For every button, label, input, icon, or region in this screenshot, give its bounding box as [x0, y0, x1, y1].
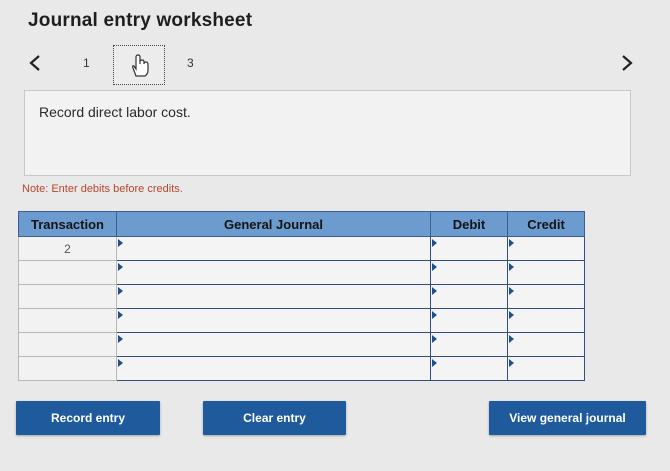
page-1-link[interactable]: 1: [83, 56, 90, 70]
table-row: [18, 284, 585, 309]
chevron-right-icon[interactable]: [620, 53, 634, 78]
journal-table: Transaction General Journal Debit Credit…: [18, 211, 585, 381]
current-page-indicator[interactable]: [113, 45, 165, 85]
entry-pager: 1 3: [20, 45, 650, 87]
account-input[interactable]: [116, 284, 431, 309]
account-input[interactable]: [116, 332, 431, 357]
account-input[interactable]: [116, 236, 431, 261]
table-row: [18, 260, 585, 285]
transaction-cell: [18, 308, 117, 333]
credit-input[interactable]: [507, 356, 585, 381]
debit-input[interactable]: [430, 260, 508, 285]
table-row: [18, 308, 585, 333]
clear-entry-button[interactable]: Clear entry: [203, 401, 346, 435]
note-text: Note: Enter debits before credits.: [22, 183, 183, 195]
credit-input[interactable]: [507, 332, 585, 357]
credit-input[interactable]: [507, 260, 585, 285]
debit-input[interactable]: [430, 332, 508, 357]
table-header-row: Transaction General Journal Debit Credit: [18, 211, 585, 237]
record-entry-button[interactable]: Record entry: [16, 401, 160, 435]
column-header-transaction: Transaction: [18, 211, 117, 237]
account-input[interactable]: [116, 260, 431, 285]
chevron-left-icon[interactable]: [28, 53, 42, 78]
table-row: [18, 356, 585, 381]
table-row: 2: [18, 236, 585, 261]
instruction-panel: Record direct labor cost.: [24, 90, 631, 176]
debit-input[interactable]: [430, 356, 508, 381]
column-header-credit: Credit: [507, 211, 585, 237]
hand-pointer-icon: [132, 54, 149, 77]
credit-input[interactable]: [507, 284, 585, 309]
account-input[interactable]: [116, 356, 431, 381]
instruction-text: Record direct labor cost.: [39, 104, 191, 120]
transaction-cell: 2: [18, 236, 117, 261]
account-input[interactable]: [116, 308, 431, 333]
table-row: [18, 332, 585, 357]
worksheet-title: Journal entry worksheet: [28, 10, 253, 31]
credit-input[interactable]: [507, 308, 585, 333]
transaction-cell: [18, 356, 117, 381]
transaction-cell: [18, 260, 117, 285]
credit-input[interactable]: [507, 236, 585, 261]
transaction-cell: [18, 332, 117, 357]
debit-input[interactable]: [430, 236, 508, 261]
transaction-cell: [18, 284, 117, 309]
page-3-link[interactable]: 3: [187, 56, 194, 70]
column-header-general-journal: General Journal: [116, 211, 431, 237]
debit-input[interactable]: [430, 308, 508, 333]
debit-input[interactable]: [430, 284, 508, 309]
view-general-journal-button[interactable]: View general journal: [489, 401, 646, 435]
column-header-debit: Debit: [430, 211, 508, 237]
